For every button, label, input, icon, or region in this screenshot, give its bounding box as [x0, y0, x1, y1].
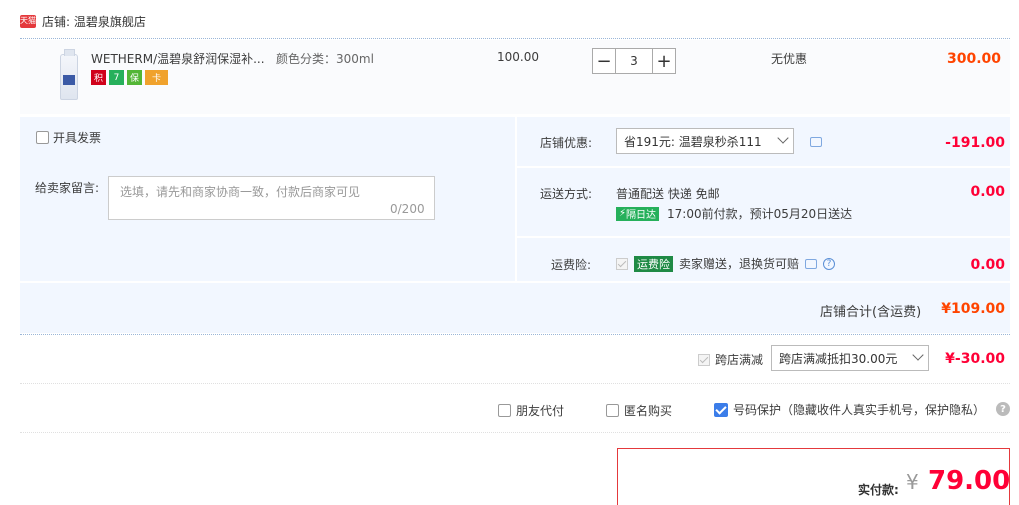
cross-store-option: 跨店满减 — [698, 351, 763, 368]
help-icon[interactable]: ? — [823, 257, 836, 270]
store-discount-label: 店铺优惠: — [540, 136, 593, 150]
cross-store-amount: ¥-30.00 — [945, 351, 1005, 367]
product-title[interactable]: WETHERM/温碧泉舒润保湿补... — [91, 50, 265, 67]
anonymous-checkbox[interactable] — [606, 404, 619, 417]
note-label: 给卖家留言: — [35, 181, 100, 195]
cross-store-label: 跨店满减 — [715, 353, 764, 367]
payment-amount: 79.00 — [928, 466, 1011, 496]
divider — [20, 432, 1010, 433]
line-total: 300.00 — [946, 51, 1001, 67]
help-icon[interactable]: ? — [996, 402, 1010, 416]
insurance-desc: 卖家赠送，退换货可赔 — [679, 257, 800, 271]
chevron-down-icon — [777, 132, 789, 144]
insurance-tag: 运费险 — [634, 255, 673, 272]
chevron-down-icon — [912, 349, 924, 361]
currency-symbol: ¥ — [906, 470, 919, 494]
message-icon[interactable] — [810, 137, 822, 147]
shipping-label: 运送方式: — [540, 187, 593, 201]
seller-note-placeholder: 选填，请先和商家协商一致，付款后商家可见 — [120, 185, 361, 199]
shipping-eta-row: ⚡ 隔日达 17:00前付款，预计05月20日送达 — [616, 205, 852, 222]
payment-label: 实付款: — [858, 483, 899, 497]
cross-store-checkbox — [698, 353, 710, 366]
privacy-label: 号码保护（隐藏收件人真实手机号，保护隐私） — [733, 403, 986, 417]
divider — [517, 236, 1010, 238]
insurance-label: 运费险: — [551, 258, 592, 272]
store-discount-select[interactable]: 省191元: 温碧泉秒杀111 — [616, 128, 794, 154]
friend-pay-option[interactable]: 朋友代付 — [498, 402, 564, 419]
item-row: WETHERM/温碧泉舒润保湿补... 颜色分类：300ml 积 7 保 卡 1… — [20, 40, 1010, 114]
quantity-stepper: − 3 + — [592, 48, 676, 74]
privacy-option[interactable]: 号码保护（隐藏收件人真实手机号，保护隐私） — [714, 401, 985, 418]
bottle-icon — [60, 49, 78, 100]
insurance-row: 运费险 卖家赠送，退换货可赔 ? — [616, 255, 836, 272]
anonymous-option[interactable]: 匿名购买 — [606, 402, 672, 419]
anonymous-label: 匿名购买 — [624, 404, 673, 418]
quantity-input[interactable]: 3 — [616, 48, 652, 74]
divider — [20, 281, 1010, 283]
divider — [20, 334, 1010, 335]
cross-store-select[interactable]: 跨店满减抵扣30.00元 — [771, 345, 929, 371]
tmall-icon: 天猫 — [20, 14, 36, 28]
divider — [20, 38, 1010, 39]
divider — [517, 166, 1010, 168]
product-thumbnail[interactable] — [42, 48, 96, 100]
friend-pay-label: 朋友代付 — [516, 404, 565, 418]
friend-pay-checkbox[interactable] — [498, 404, 511, 417]
shipping-method: 普通配送 快递 免邮 — [616, 187, 720, 201]
seven-day-return-badge-icon[interactable]: 7 — [109, 70, 124, 85]
store-header: 天猫 店铺: 温碧泉旗舰店 — [20, 12, 146, 30]
privacy-checkbox[interactable] — [714, 402, 728, 417]
store-discount-amount: -191.00 — [945, 135, 1005, 151]
char-counter: 0/200 — [390, 202, 425, 216]
store-total-value: ¥109.00 — [941, 301, 1005, 317]
invoice-label: 开具发票 — [53, 131, 102, 145]
message-icon[interactable] — [805, 258, 818, 269]
service-badges: 积 7 保 卡 — [91, 70, 168, 85]
decrease-button[interactable]: − — [592, 48, 616, 74]
store-name[interactable]: 店铺: 温碧泉旗舰店 — [42, 13, 146, 30]
shipping-eta: 17:00前付款，预计05月20日送达 — [667, 207, 853, 221]
insurance-amount: 0.00 — [970, 257, 1005, 273]
card-badge-icon[interactable]: 卡 — [145, 70, 168, 85]
next-day-tag-label: 隔日达 — [626, 210, 657, 221]
points-badge-icon[interactable]: 积 — [91, 70, 106, 85]
shipping-amount: 0.00 — [970, 184, 1005, 200]
store-total-label: 店铺合计(含运费) — [820, 305, 922, 320]
increase-button[interactable]: + — [652, 48, 676, 74]
next-day-tag: ⚡ 隔日达 — [616, 206, 660, 221]
divider — [20, 383, 1010, 384]
store-discount-value: 省191元: 温碧泉秒杀111 — [624, 134, 762, 149]
discount-status: 无优惠 — [771, 52, 808, 66]
product-spec: 颜色分类：300ml — [276, 52, 374, 66]
guarantee-badge-icon[interactable]: 保 — [127, 70, 142, 85]
cross-store-value: 跨店满减抵扣30.00元 — [779, 351, 898, 366]
divider — [515, 117, 517, 281]
invoice-option[interactable]: 开具发票 — [36, 129, 101, 146]
insurance-checkbox — [616, 257, 628, 270]
invoice-checkbox[interactable] — [36, 131, 49, 144]
unit-price: 100.00 — [497, 50, 539, 64]
